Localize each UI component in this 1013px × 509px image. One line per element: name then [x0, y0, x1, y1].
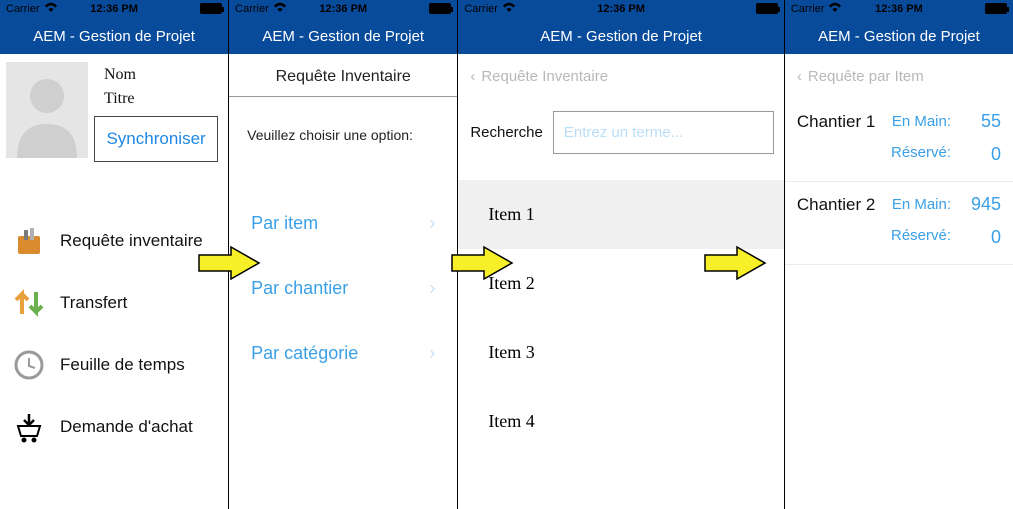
- wifi-icon: [44, 2, 58, 16]
- carrier-label: Carrier: [6, 3, 40, 15]
- option-by-category[interactable]: Par catégorie ›: [229, 321, 457, 386]
- navbar-title: AEM - Gestion de Projet: [229, 18, 457, 54]
- screen-item-results: Carrier 12:36 PM AEM - Gestion de Projet…: [785, 0, 1013, 509]
- transfer-icon: [12, 286, 46, 320]
- menu-label: Feuille de temps: [60, 355, 185, 375]
- reserved-label: Réservé:: [891, 144, 951, 165]
- chantier-name: Chantier 2: [797, 195, 875, 215]
- chevron-left-icon: ‹: [797, 68, 802, 85]
- onhand-label: En Main:: [892, 196, 951, 213]
- clock: 12:36 PM: [875, 3, 923, 15]
- toolbag-icon: [12, 224, 46, 258]
- list-item[interactable]: Item 1: [458, 180, 784, 249]
- screen-home: Carrier 12:36 PM AEM - Gestion de Projet…: [0, 0, 229, 509]
- wifi-icon: [502, 2, 516, 16]
- battery-icon: [756, 3, 778, 14]
- chevron-right-icon: ›: [429, 343, 435, 364]
- list-item[interactable]: Item 2: [458, 249, 784, 318]
- status-bar: Carrier 12:36 PM: [0, 0, 228, 18]
- wifi-icon: [273, 2, 287, 16]
- menu-item-inventory-request[interactable]: Requête inventaire: [0, 210, 228, 272]
- result-row[interactable]: Chantier 1 En Main: 55 Réservé: 0: [785, 99, 1013, 182]
- carrier-label: Carrier: [791, 3, 825, 15]
- clock: 12:36 PM: [319, 3, 367, 15]
- option-by-chantier[interactable]: Par chantier ›: [229, 256, 457, 321]
- carrier-label: Carrier: [235, 3, 269, 15]
- onhand-value: 945: [961, 194, 1001, 215]
- chantier-name: Chantier 1: [797, 112, 875, 132]
- menu-item-timesheet[interactable]: Feuille de temps: [0, 334, 228, 396]
- back-button[interactable]: ‹ Requête Inventaire: [458, 54, 784, 89]
- menu-label: Requête inventaire: [60, 231, 203, 251]
- result-row[interactable]: Chantier 2 En Main: 945 Réservé: 0: [785, 182, 1013, 265]
- navbar-title: AEM - Gestion de Projet: [458, 18, 784, 54]
- chevron-left-icon: ‹: [470, 68, 475, 85]
- status-bar: Carrier 12:36 PM: [229, 0, 457, 18]
- back-label: Requête Inventaire: [481, 68, 608, 85]
- chevron-right-icon: ›: [429, 213, 435, 234]
- clock: 12:36 PM: [597, 3, 645, 15]
- page-subtitle: Requête Inventaire: [229, 54, 457, 97]
- battery-icon: [429, 3, 451, 14]
- menu-label: Transfert: [60, 293, 127, 313]
- screen-item-search: Carrier 12:36 PM AEM - Gestion de Projet…: [458, 0, 785, 509]
- cart-down-icon: [12, 410, 46, 444]
- screen-inventory-request: Carrier 12:36 PM AEM - Gestion de Projet…: [229, 0, 458, 509]
- search-label: Recherche: [470, 124, 543, 141]
- back-button[interactable]: ‹ Requête par Item: [785, 54, 1013, 89]
- chevron-right-icon: ›: [429, 278, 435, 299]
- sync-button[interactable]: Synchroniser: [94, 116, 218, 162]
- navbar-title: AEM - Gestion de Projet: [0, 18, 228, 54]
- avatar: [6, 62, 88, 158]
- status-bar: Carrier 12:36 PM: [458, 0, 784, 18]
- option-label: Par catégorie: [251, 343, 358, 364]
- onhand-value: 55: [961, 111, 1001, 132]
- list-item[interactable]: Item 3: [458, 318, 784, 387]
- option-label: Par item: [251, 213, 318, 234]
- option-by-item[interactable]: Par item ›: [229, 191, 457, 256]
- user-name: Nom: [104, 66, 218, 84]
- reserved-value: 0: [961, 227, 1001, 248]
- list-item[interactable]: Item 4: [458, 387, 784, 456]
- instruction-text: Veuillez choisir une option:: [229, 97, 457, 151]
- reserved-label: Réservé:: [891, 227, 951, 248]
- reserved-value: 0: [961, 144, 1001, 165]
- clock: 12:36 PM: [90, 3, 138, 15]
- onhand-label: En Main:: [892, 113, 951, 130]
- user-title: Titre: [104, 90, 218, 108]
- carrier-label: Carrier: [464, 3, 498, 15]
- menu-item-purchase-request[interactable]: Demande d'achat: [0, 396, 228, 458]
- search-input[interactable]: [553, 111, 774, 154]
- navbar-title: AEM - Gestion de Projet: [785, 18, 1013, 54]
- menu-item-transfer[interactable]: Transfert: [0, 272, 228, 334]
- clock-icon: [12, 348, 46, 382]
- battery-icon: [985, 3, 1007, 14]
- back-label: Requête par Item: [808, 68, 924, 85]
- menu-label: Demande d'achat: [60, 417, 193, 437]
- battery-icon: [200, 3, 222, 14]
- option-label: Par chantier: [251, 278, 348, 299]
- wifi-icon: [828, 2, 842, 16]
- status-bar: Carrier 12:36 PM: [785, 0, 1013, 18]
